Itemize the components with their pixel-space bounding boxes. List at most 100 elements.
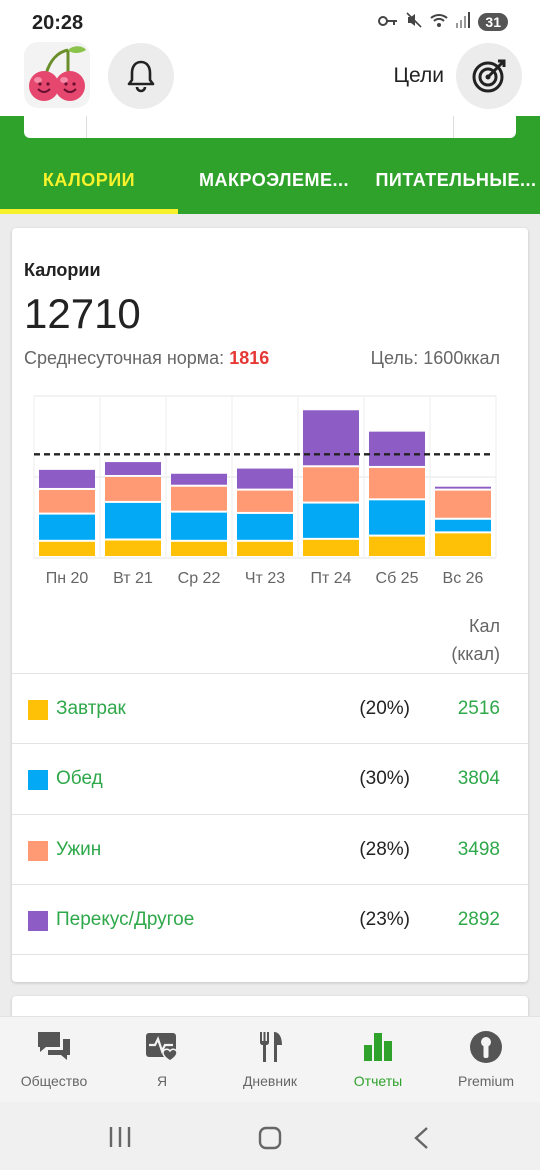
tab-nutrients[interactable]: ПИТАТЕЛЬНЫЕ... — [372, 152, 540, 214]
meal-name: Завтрак — [56, 698, 126, 719]
back-icon[interactable] — [412, 1126, 430, 1150]
bar-segment — [303, 539, 359, 556]
bar-segment — [105, 502, 161, 539]
bar-segment — [237, 468, 293, 489]
legend-swatch — [28, 700, 48, 720]
nav-community[interactable]: Общество — [0, 1017, 108, 1103]
nav-label: Я — [156, 1073, 168, 1089]
meal-name: Ужин — [56, 839, 102, 860]
goals-label[interactable]: Цели — [393, 64, 444, 88]
daily-average-label: Среднесуточная норма: — [24, 348, 225, 368]
meal-calories: 3804 — [457, 768, 500, 789]
x-tick-label: Пн 20 — [46, 570, 89, 587]
meal-calories: 3498 — [457, 839, 500, 860]
bar-chart-icon — [364, 1033, 392, 1061]
bar-segment — [105, 477, 161, 501]
x-tick-label: Вт 21 — [113, 570, 153, 587]
system-navigation — [0, 1102, 540, 1170]
fork-knife-icon — [260, 1032, 282, 1062]
nav-diary[interactable]: Дневник — [216, 1017, 324, 1103]
date-selector-stub[interactable] — [24, 116, 516, 138]
nav-me[interactable]: Я — [108, 1017, 216, 1103]
bar-segment — [171, 512, 227, 540]
legend-swatch — [28, 911, 48, 931]
bar-segment — [105, 462, 161, 475]
bar-segment — [369, 500, 425, 535]
bell-icon — [127, 60, 155, 93]
bar-segment — [171, 486, 227, 511]
column-header-line2: (ккал) — [451, 644, 500, 664]
app-bar: Цели — [0, 40, 540, 116]
bar-segment — [435, 490, 491, 518]
community-icon — [38, 1032, 70, 1060]
meal-percent: (20%) — [359, 698, 410, 719]
bar-segment — [435, 533, 491, 556]
legend-swatch — [28, 841, 48, 861]
bottom-navigation: Общество Я Дневник Отчеты Premium — [0, 1016, 540, 1102]
bar-segment — [171, 473, 227, 485]
tab-calories[interactable]: КАЛОРИИ — [0, 152, 178, 214]
bar-segment — [369, 467, 425, 499]
bar-segment — [237, 513, 293, 540]
legend-swatch — [28, 770, 48, 790]
bar-segment — [171, 541, 227, 556]
target-icon — [472, 59, 506, 93]
mute-icon — [406, 12, 422, 32]
meal-percent: (23%) — [359, 909, 410, 930]
x-tick-label: Вс 26 — [443, 570, 484, 587]
bar-segment — [435, 519, 491, 532]
nav-premium[interactable]: Premium — [432, 1017, 540, 1103]
signal-icon — [456, 12, 471, 32]
tab-macros[interactable]: МАКРОЭЛЕМЕ... — [188, 152, 360, 214]
bar-segment — [39, 541, 95, 556]
card-title: Калории — [24, 260, 101, 280]
bar-segment — [39, 489, 95, 513]
meal-row-lunch[interactable]: Обед (30%) 3804 — [12, 743, 528, 813]
nav-reports[interactable]: Отчеты — [324, 1017, 432, 1103]
x-tick-label: Пт 24 — [310, 570, 351, 587]
bar-segment — [303, 503, 359, 538]
daily-average: Среднесуточная норма: 1816 — [24, 348, 269, 369]
bar-segment — [435, 486, 491, 489]
meal-row-snack[interactable]: Перекус/Другое (23%) 2892 — [12, 884, 528, 954]
report-tabs: КАЛОРИИ МАКРОЭЛЕМЕ... ПИТАТЕЛЬНЫЕ... — [0, 152, 540, 214]
nav-label: Общество — [20, 1073, 88, 1089]
bar-segment — [303, 410, 359, 466]
goals-button[interactable] — [456, 43, 522, 109]
bar-segment — [369, 431, 425, 466]
meal-calories: 2516 — [457, 698, 500, 719]
calories-card: Калории 12710 Среднесуточная норма: 1816… — [12, 228, 528, 982]
x-tick-label: Ср 22 — [178, 570, 221, 587]
meal-percent: (28%) — [359, 839, 410, 860]
calories-total: 12710 — [24, 290, 141, 337]
nav-label: Premium — [457, 1073, 514, 1089]
meal-name: Обед — [56, 768, 103, 789]
status-icons: 31 — [378, 12, 508, 32]
home-icon[interactable] — [258, 1126, 282, 1150]
nav-label: Отчеты — [353, 1073, 403, 1089]
meal-name: Перекус/Другое — [56, 909, 195, 930]
bar-segment — [39, 469, 95, 488]
recent-apps-icon[interactable] — [108, 1126, 132, 1148]
bar-segment — [303, 467, 359, 502]
cherry-logo-icon[interactable] — [24, 42, 90, 108]
premium-icon — [470, 1031, 502, 1063]
wifi-icon — [430, 12, 449, 32]
key-icon — [378, 14, 398, 31]
bar-segment — [39, 514, 95, 540]
battery-badge: 31 — [478, 13, 508, 31]
bar-segment — [237, 490, 293, 512]
goal-text: Цель: 1600ккал — [370, 348, 500, 368]
meal-row-breakfast[interactable]: Завтрак (20%) 2516 — [12, 673, 528, 743]
calories-column-header: Кал (ккал) — [451, 612, 500, 668]
meal-calories: 2892 — [457, 909, 500, 930]
notifications-button[interactable] — [108, 43, 174, 109]
calories-bar-chart[interactable]: Пн 20 Вт 21 Ср 22 Чт 23 Пт 24 Сб 25 Вс 26 — [26, 390, 502, 590]
meal-percent: (30%) — [359, 768, 410, 789]
daily-average-value: 1816 — [229, 348, 270, 368]
nav-label: Дневник — [242, 1073, 298, 1089]
active-tab-indicator — [0, 209, 178, 214]
bar-segment — [105, 540, 161, 556]
column-header-line1: Кал — [469, 616, 500, 636]
meal-row-dinner[interactable]: Ужин (28%) 3498 — [12, 814, 528, 884]
